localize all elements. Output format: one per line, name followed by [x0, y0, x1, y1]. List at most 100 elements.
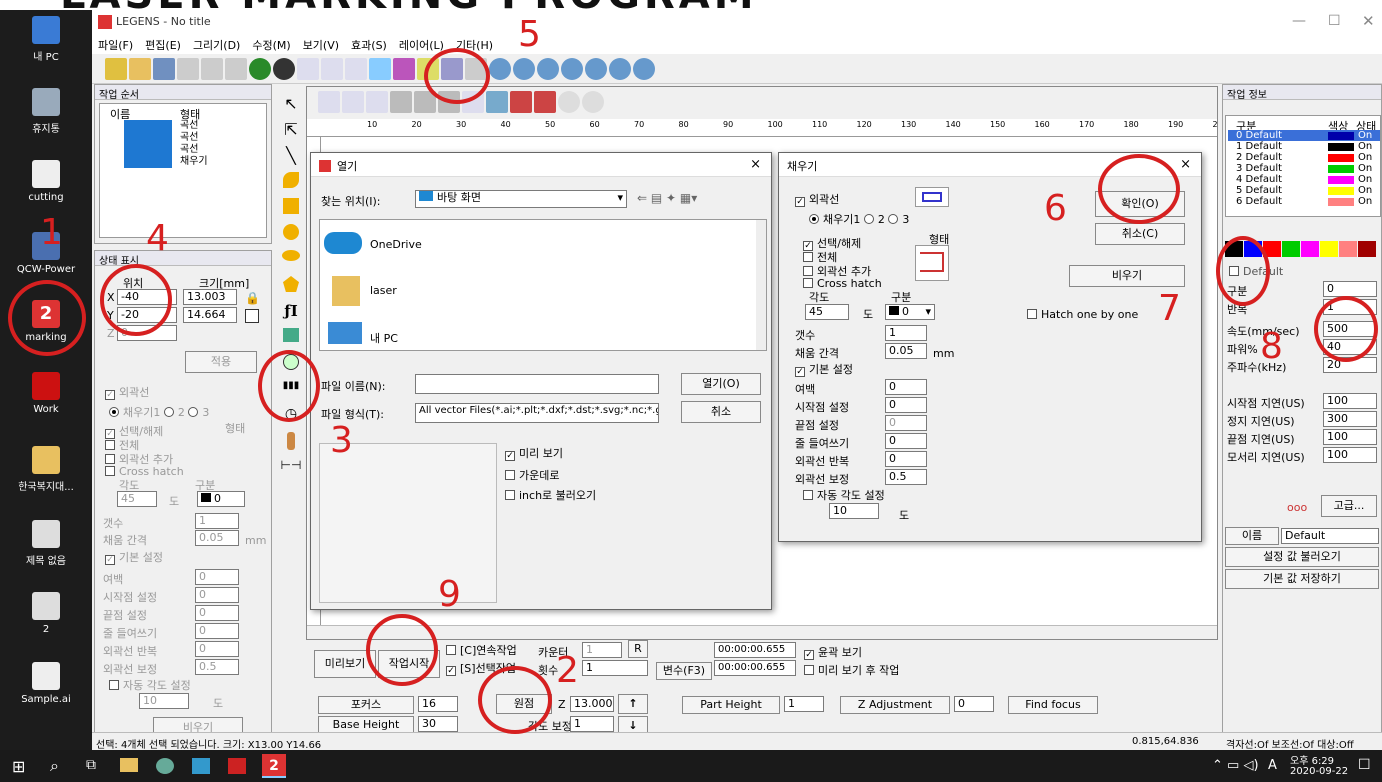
- windows-start-icon[interactable]: ⊞: [12, 757, 25, 776]
- layer-row[interactable]: 6 Default On: [1228, 196, 1380, 207]
- preview-check[interactable]: 미리 보기: [519, 447, 563, 460]
- auto-angle-check[interactable]: 자동 각도 설정: [123, 679, 191, 692]
- fill-start-input[interactable]: 0: [885, 397, 927, 413]
- mirror-h-icon[interactable]: [510, 91, 532, 113]
- desktop-icon-recycle-bin[interactable]: 휴지통: [4, 88, 88, 135]
- outline-repeat-input[interactable]: 0: [195, 641, 239, 657]
- minimize-button[interactable]: —: [1292, 13, 1306, 29]
- eye-all-icon[interactable]: [582, 91, 604, 113]
- fill3-radio[interactable]: 3: [202, 406, 209, 419]
- fill-empty-button[interactable]: 비우기: [1069, 265, 1185, 287]
- palette-swatch[interactable]: [1320, 241, 1338, 257]
- redo-icon[interactable]: [273, 58, 295, 80]
- zoom-icon[interactable]: [489, 58, 511, 80]
- filename-input[interactable]: [415, 374, 659, 394]
- palette-swatch[interactable]: [1301, 241, 1319, 257]
- height-input[interactable]: 14.664: [183, 307, 237, 323]
- fill-auto-angle-check[interactable]: 자동 각도 설정: [817, 489, 885, 502]
- z-up-icon[interactable]: ↑: [618, 694, 648, 714]
- fill2-radio[interactable]: 2: [178, 406, 185, 419]
- reset-counter-button[interactable]: R: [628, 640, 648, 658]
- zoom-in-icon[interactable]: [513, 58, 535, 80]
- lookin-select[interactable]: 바탕 화면 ▾: [415, 190, 627, 208]
- layer-row[interactable]: 0 Default On: [1228, 130, 1380, 141]
- eye-icon[interactable]: [558, 91, 580, 113]
- list-item[interactable]: 채우기: [180, 156, 208, 167]
- counter-input[interactable]: 1: [582, 642, 622, 658]
- paste-icon[interactable]: [225, 58, 247, 80]
- name-input[interactable]: Default: [1281, 528, 1379, 544]
- group-icon[interactable]: [318, 91, 340, 113]
- fill1-radio[interactable]: 채우기1: [123, 406, 160, 419]
- app-icon[interactable]: [228, 758, 246, 774]
- chain-icon[interactable]: ooo: [1287, 501, 1307, 514]
- combine-icon[interactable]: [366, 91, 388, 113]
- gap-input[interactable]: 0.05: [195, 530, 239, 546]
- fill-count-input[interactable]: 1: [885, 325, 927, 341]
- mirror-v-icon[interactable]: [534, 91, 556, 113]
- menu-modify[interactable]: 수정(M): [246, 34, 296, 56]
- count-input[interactable]: 1: [195, 513, 239, 529]
- undo-icon[interactable]: [249, 58, 271, 80]
- weld-icon[interactable]: [345, 58, 367, 80]
- fill-gap-input[interactable]: 0.05: [885, 343, 927, 359]
- fill-dlg-fill1-radio[interactable]: 채우기1: [823, 213, 860, 226]
- palette-swatch[interactable]: [1358, 241, 1376, 257]
- part-height-input[interactable]: 1: [784, 696, 824, 712]
- name-button[interactable]: 이름: [1225, 527, 1279, 545]
- fill-cancel-button[interactable]: 취소(C): [1095, 223, 1185, 245]
- after-preview-check[interactable]: 미리 보기 후 작업: [818, 664, 899, 677]
- z-axis-input[interactable]: 13.000: [570, 696, 614, 712]
- menu-draw[interactable]: 그리기(D): [187, 34, 246, 56]
- auto-angle-input[interactable]: 10: [139, 693, 189, 709]
- inch-check[interactable]: inch로 불러오기: [519, 489, 596, 502]
- focus-button[interactable]: 포커스: [318, 696, 414, 714]
- desktop-icon-sample-ai[interactable]: Sample.ai: [4, 662, 88, 705]
- desktop-icon-my-pc[interactable]: 내 PC: [4, 16, 88, 63]
- new-file-icon[interactable]: [105, 58, 127, 80]
- fill-dlg-fill3-radio[interactable]: 3: [902, 213, 909, 226]
- fill-angle-input[interactable]: 45: [805, 304, 849, 320]
- polygon-icon[interactable]: [278, 276, 304, 302]
- list-item[interactable]: 곡선: [180, 144, 198, 155]
- start-delay-input[interactable]: 100: [1323, 393, 1377, 409]
- menu-view[interactable]: 보기(V): [297, 34, 345, 56]
- apply-button[interactable]: 적용: [185, 351, 257, 373]
- file-explorer-icon[interactable]: [120, 758, 138, 772]
- curve-icon[interactable]: [278, 172, 304, 198]
- line-icon[interactable]: ╲: [278, 146, 304, 172]
- open-button[interactable]: 열기(O): [681, 373, 761, 395]
- fill-shape-preview[interactable]: [915, 245, 949, 281]
- basic-setting-check[interactable]: 기본 설정: [119, 551, 163, 564]
- zoom-all-icon[interactable]: [633, 58, 655, 80]
- layer-row[interactable]: 2 Default On: [1228, 152, 1380, 163]
- filetype-select[interactable]: All vector Files(*.ai;*.plt;*.dxf;*.dst;…: [415, 403, 659, 423]
- variable-button[interactable]: 변수(F3): [656, 662, 712, 680]
- open-dialog-close-button[interactable]: ×: [750, 157, 761, 172]
- layer-row[interactable]: 5 Default On: [1228, 185, 1380, 196]
- anchor-icon[interactable]: [245, 309, 259, 323]
- continuous-check[interactable]: [C]연속작업: [460, 644, 517, 657]
- open-folder-icon[interactable]: [129, 58, 151, 80]
- margin-input[interactable]: 0: [195, 569, 239, 585]
- desktop-icon-document[interactable]: 한국복지대...: [4, 446, 88, 493]
- fill-comp-input[interactable]: 0.5: [885, 469, 927, 485]
- zoom-fit-icon[interactable]: [561, 58, 583, 80]
- text-tool-icon[interactable]: ƒI: [278, 302, 304, 328]
- z-adjustment-input[interactable]: 0: [954, 696, 994, 712]
- outline-color-button[interactable]: [915, 187, 949, 207]
- angle-comp-input[interactable]: 1: [570, 716, 614, 732]
- place-my-pc[interactable]: 내 PC: [370, 330, 398, 346]
- tray-icons[interactable]: ⌃ ▭ ◁): [1212, 758, 1259, 773]
- start-input[interactable]: 0: [195, 587, 239, 603]
- fill-basic-check[interactable]: 기본 설정: [809, 363, 853, 376]
- base-height-input[interactable]: 30: [418, 716, 458, 732]
- indent-input[interactable]: 0: [195, 623, 239, 639]
- div-select[interactable]: 0: [197, 491, 245, 507]
- fill-dlg-fill2-radio[interactable]: 2: [878, 213, 885, 226]
- copy-icon[interactable]: [201, 58, 223, 80]
- jump-icon[interactable]: ⊢⊣: [278, 458, 304, 484]
- select-arrow-icon[interactable]: ↖: [278, 94, 304, 120]
- palette-swatch[interactable]: [1339, 241, 1357, 257]
- hatch-one-by-one-check[interactable]: Hatch one by one: [1041, 308, 1138, 321]
